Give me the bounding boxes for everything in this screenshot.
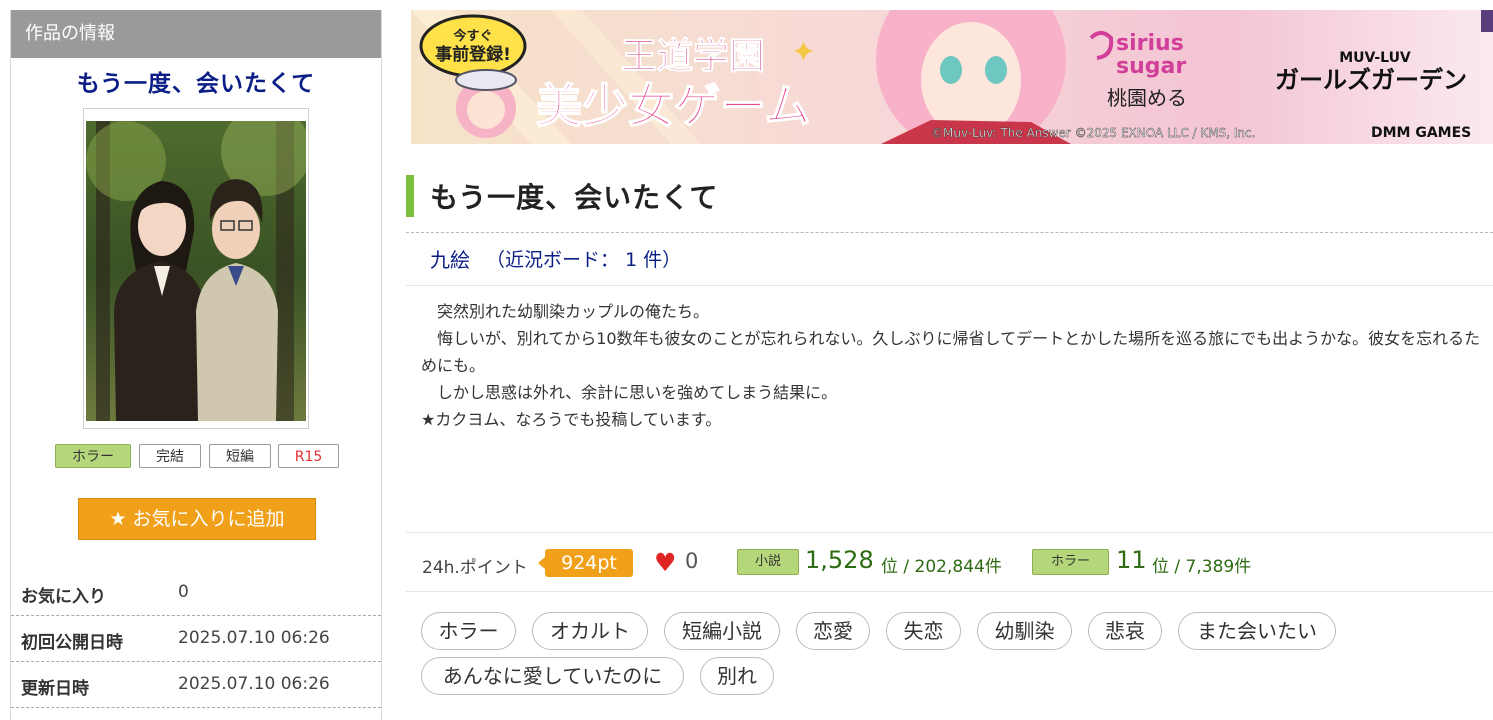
info-row-first-published: 初回公開日時 2025.07.10 06:26	[11, 616, 381, 662]
svg-text:MUV-LUV: MUV-LUV	[1339, 50, 1411, 66]
keyword-tag[interactable]: 幼馴染	[977, 612, 1072, 650]
tag-genre[interactable]: ホラー	[55, 444, 131, 468]
work-info-sidebar: 作品の情報 もう一度、会いたくて ホラー 完結 短編 R15 ★ お気に入りに追…	[10, 10, 382, 720]
synopsis: 突然別れた幼馴染カップルの俺たち。 悔しいが、別れてから10数年も彼女のことが忘…	[421, 298, 1487, 433]
tag-status: 完結	[139, 444, 201, 468]
stats-row: 24h.ポイント 924pt ♥ 0 小説 1,528 位 / 202,844件…	[406, 532, 1493, 592]
heading-accent-bar	[406, 175, 414, 217]
svg-text:事前登録!: 事前登録!	[435, 44, 511, 65]
banner-badge-text: 今すぐ	[452, 28, 492, 44]
heart-icon[interactable]: ♥	[654, 548, 676, 577]
tag-length: 短編	[209, 444, 271, 468]
synopsis-line: ★カクヨム、なろうでも投稿しています。	[421, 410, 722, 429]
synopsis-line: しかし思惑は外れ、余計に思いを強めてしまう結果に。	[421, 383, 838, 402]
page-title: もう一度、会いたくて	[430, 181, 719, 214]
svg-text:✦: ✦	[791, 35, 816, 70]
synopsis-line: 突然別れた幼馴染カップルの俺たち。	[421, 302, 710, 321]
svg-text:桃園める: 桃園める	[1107, 86, 1187, 110]
info-label: 更新日時	[21, 679, 89, 699]
points-badge: 924pt	[538, 549, 633, 577]
star-icon: ★	[109, 508, 127, 530]
info-table: お気に入り 0 初回公開日時 2025.07.10 06:26 更新日時 202…	[11, 570, 381, 708]
svg-text:sugar: sugar	[1116, 54, 1186, 79]
cover-image[interactable]	[86, 121, 306, 421]
tag-rating: R15	[278, 444, 339, 468]
svg-text:©Muv-Luv: The Answer ©2025 EXN: ©Muv-Luv: The Answer ©2025 EXNOA LLC / K…	[931, 126, 1255, 140]
svg-text:美少女ゲーム: 美少女ゲーム	[536, 79, 811, 133]
keyword-tag[interactable]: 悲哀	[1088, 612, 1162, 650]
keyword-tag[interactable]: あんなに愛していたのに	[421, 657, 684, 695]
points-label: 24h.ポイント	[422, 558, 528, 578]
info-value: 2025.07.10 06:26	[178, 674, 330, 694]
author-row: 九絵 （近況ボード： 1 件）	[406, 232, 1493, 286]
rank-number: 11	[1116, 546, 1147, 574]
author-link[interactable]: 九絵	[430, 244, 470, 273]
info-row-updated: 更新日時 2025.07.10 06:26	[11, 662, 381, 708]
sidebar-header: 作品の情報	[11, 10, 381, 58]
like-count: 0	[685, 549, 699, 573]
cover-image-frame[interactable]	[83, 108, 309, 429]
add-favorite-button[interactable]: ★ お気に入りに追加	[78, 498, 316, 540]
info-label: お気に入り	[21, 587, 106, 607]
info-row-favorites: お気に入り 0	[11, 570, 381, 616]
rank-number: 1,528	[805, 546, 874, 574]
svg-text:王道学園: 王道学園	[621, 35, 765, 77]
keyword-tag[interactable]: ホラー	[421, 612, 516, 650]
activity-board-link[interactable]: （近況ボード： 1 件）	[486, 245, 681, 272]
rank-genre-tag[interactable]: ホラー	[1032, 549, 1109, 575]
info-value: 0	[178, 582, 189, 602]
rank-suffix: 位 / 202,844件	[881, 557, 1002, 577]
synopsis-line: 悔しいが、別れてから10数年も彼女のことが忘れられない。久しぶりに帰省してデート…	[421, 329, 1481, 375]
svg-text:sirius: sirius	[1116, 31, 1184, 56]
keyword-tag[interactable]: 失恋	[886, 612, 961, 650]
svg-text:DMM GAMES: DMM GAMES	[1371, 125, 1471, 141]
rank-category-tag[interactable]: 小説	[737, 549, 799, 575]
info-label: 初回公開日時	[21, 633, 123, 653]
sidebar-work-title[interactable]: もう一度、会いたくて	[11, 66, 381, 102]
keyword-tag[interactable]: オカルト	[532, 612, 648, 650]
keyword-tag[interactable]: 短編小説	[664, 612, 780, 650]
keyword-tag[interactable]: また会いたい	[1178, 612, 1336, 650]
rank-suffix: 位 / 7,389件	[1152, 557, 1252, 577]
keyword-tag[interactable]: 恋愛	[796, 612, 870, 650]
add-favorite-label: お気に入りに追加	[132, 508, 285, 530]
ad-banner[interactable]: 今すぐ 事前登録! 王道学園 ✦ 美少女ゲーム sirius sugar 桃園め…	[411, 10, 1493, 144]
svg-text:ガールズガーデン: ガールズガーデン	[1275, 66, 1467, 94]
keyword-tag[interactable]: 別れ	[700, 657, 774, 695]
info-value: 2025.07.10 06:26	[178, 628, 330, 648]
